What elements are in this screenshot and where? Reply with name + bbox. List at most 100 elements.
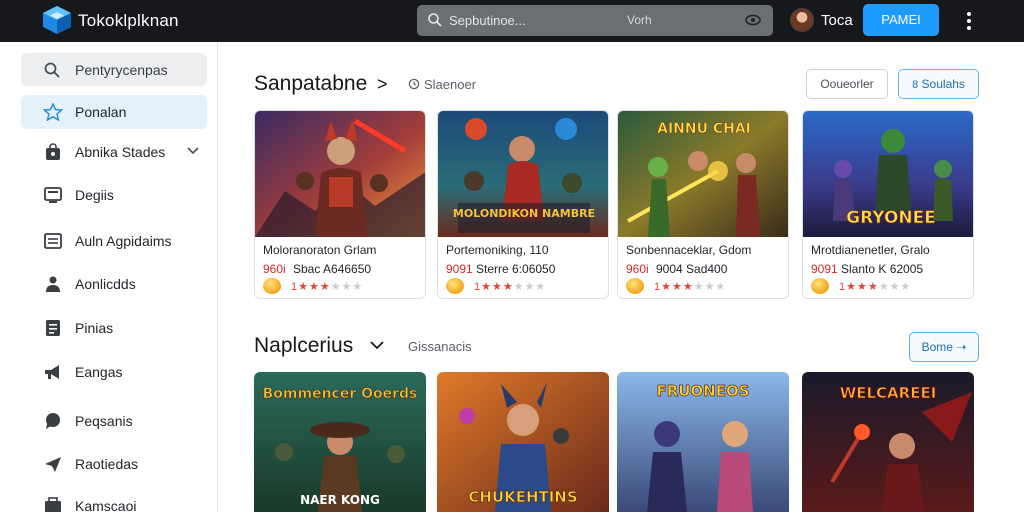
game-card[interactable]: GRYONEE Mrotdianenetler, Gralo 9091 Slan… (802, 110, 974, 299)
list-icon (44, 233, 62, 249)
megaphone-icon (45, 365, 59, 379)
sidebar-item-label: Pinias (75, 320, 114, 336)
sort-icon: 8 (912, 79, 919, 91)
sidebar-item-auln-agpidaims[interactable]: Auln Agpidaims (21, 224, 207, 258)
game-card[interactable]: FRUONEOS (617, 372, 789, 512)
game-cover-image: WELCAREEI (802, 372, 974, 512)
game-price: 9091 (811, 262, 838, 276)
game-cover-image (255, 111, 425, 237)
rating-stars: 1★★★★★★ (654, 281, 727, 293)
cover-title: AINNU CHAI (657, 121, 751, 137)
rating-stars: 1★★★★★★ (474, 281, 547, 293)
sidebar-item-degiis[interactable]: Degiis (21, 178, 207, 212)
game-card[interactable]: AINNU CHAI Sonbennaceklar, Gdom 960i 900… (617, 110, 789, 299)
rating-stars: 1★★★★★★ (291, 281, 364, 293)
search-icon (428, 13, 442, 27)
game-cover-image: GRYONEE (803, 111, 973, 237)
chat-icon (46, 413, 60, 429)
sidebar-item-aonlicdds[interactable]: Aonlicdds (21, 267, 207, 301)
coin-icon (446, 278, 464, 294)
sidebar-item-eangas[interactable]: Eangas (21, 355, 207, 389)
game-title[interactable]: Moloranoraton Grlam (263, 243, 376, 257)
sidebar-item-label: Degiis (75, 187, 114, 203)
section-subtitle: Gissanacis (408, 339, 472, 354)
game-detail: Slanto K 62005 (841, 262, 924, 276)
coin-icon (811, 278, 829, 294)
sidebar-search[interactable]: Pentyrycenpas (21, 53, 207, 86)
more-button[interactable]: Bome ➝ (909, 332, 979, 362)
game-detail: Sterre 6:06050 (476, 262, 556, 276)
game-cover-image: CHUKEHTINS (437, 372, 609, 512)
game-title[interactable]: Mrotdianenetler, Gralo (811, 243, 930, 257)
sidebar-item-label: Ponalan (75, 104, 127, 120)
search-icon (44, 62, 60, 78)
sidebar-item-label: Eangas (75, 364, 123, 380)
cover-title: MOLONDIKON NAMBRE (453, 207, 595, 220)
cover-title: CHUKEHTINS (468, 488, 577, 506)
sidebar-item-label: Auln Agpidaims (75, 233, 172, 249)
sidebar: Pentyrycenpas Ponalan Abnika Stades Degi… (0, 42, 218, 512)
cover-title: GRYONEE (846, 208, 936, 228)
game-cover-image: FRUONEOS (617, 372, 789, 512)
game-card[interactable]: MOLONDIKON NAMBRE Portemoniking, 110 909… (437, 110, 609, 299)
avatar[interactable] (790, 8, 814, 32)
game-card[interactable]: Bommencer Ooerds NAER KONG (254, 372, 426, 512)
cover-title: FRUONEOS (656, 382, 749, 400)
filter-button[interactable]: Ooueorler (806, 69, 888, 99)
cover-subtitle: NAER KONG (300, 493, 380, 507)
send-icon (45, 457, 61, 472)
arrow-right-icon: ➝ (956, 340, 967, 354)
section-title[interactable]: Naplcerius (254, 334, 353, 358)
sidebar-item-pinias[interactable]: Pinias (21, 311, 207, 345)
clock-icon (408, 78, 420, 90)
game-detail: 9004 Sad400 (656, 262, 728, 276)
sidebar-item-kamscaoi[interactable]: Kamscaoi (21, 489, 207, 512)
document-icon (46, 320, 60, 336)
bag-icon (46, 143, 60, 160)
user-name[interactable]: Toca (821, 12, 853, 29)
person-icon (46, 276, 60, 292)
game-title[interactable]: Portemoniking, 110 (446, 243, 549, 257)
search-bar[interactable]: Sepbutinoe... Vorh (417, 5, 773, 36)
chevron-down-icon[interactable] (370, 340, 384, 350)
cover-title: Bommencer Ooerds (263, 386, 418, 402)
game-card[interactable]: Moloranoraton Grlam 960i Sbac A646650 1★… (254, 110, 426, 299)
game-cover-image: AINNU CHAI (618, 111, 788, 237)
primary-button[interactable]: PAMEI (863, 4, 939, 36)
top-bar: Tokoklplknan Sepbutinoe... Vorh Toca PAM… (0, 0, 1024, 42)
coin-icon (626, 278, 644, 294)
chevron-right-icon[interactable]: > (377, 74, 388, 95)
rating-stars: 1★★★★★★ (839, 281, 912, 293)
search-hint: Vorh (627, 13, 652, 27)
sidebar-item-ponalan[interactable]: Ponalan (21, 95, 207, 129)
sidebar-item-label: Peqsanis (75, 413, 133, 429)
game-cover-image: MOLONDIKON NAMBRE (438, 111, 608, 237)
sidebar-item-raotiedas[interactable]: Raotiedas (21, 447, 207, 481)
cover-title: WELCAREEI (840, 384, 937, 402)
game-price: 960i (263, 262, 286, 276)
sidebar-item-label: Aonlicdds (75, 276, 136, 292)
coin-icon (263, 278, 281, 294)
sidebar-item-label: Abnika Stades (75, 144, 166, 160)
eye-icon[interactable] (745, 13, 761, 27)
app-brand[interactable]: Tokoklplknan (78, 11, 179, 31)
search-input[interactable]: Sepbutinoe... (449, 13, 526, 28)
sidebar-item-label: Raotiedas (75, 456, 139, 472)
star-icon (43, 103, 63, 121)
sidebar-search-label: Pentyrycenpas (75, 62, 168, 78)
game-card[interactable]: CHUKEHTINS (437, 372, 609, 512)
game-detail: Sbac A646650 (293, 262, 372, 276)
more-menu-icon[interactable] (962, 10, 976, 32)
box-icon (45, 497, 61, 512)
sort-button[interactable]: 8 Soulahs (898, 69, 979, 99)
monitor-icon (44, 187, 62, 203)
chevron-down-icon[interactable] (187, 146, 199, 156)
sidebar-item-abnika-stades[interactable]: Abnika Stades (21, 135, 207, 169)
game-card[interactable]: WELCAREEI (802, 372, 974, 512)
game-title[interactable]: Sonbennaceklar, Gdom (626, 243, 751, 257)
cube-logo-icon[interactable] (40, 4, 74, 36)
section-title[interactable]: Sanpatabne (254, 72, 367, 96)
sort-button-label: Soulahs (921, 77, 965, 91)
section-subtitle: Slaenoer (424, 77, 477, 92)
sidebar-item-peqsanis[interactable]: Peqsanis (21, 404, 207, 438)
